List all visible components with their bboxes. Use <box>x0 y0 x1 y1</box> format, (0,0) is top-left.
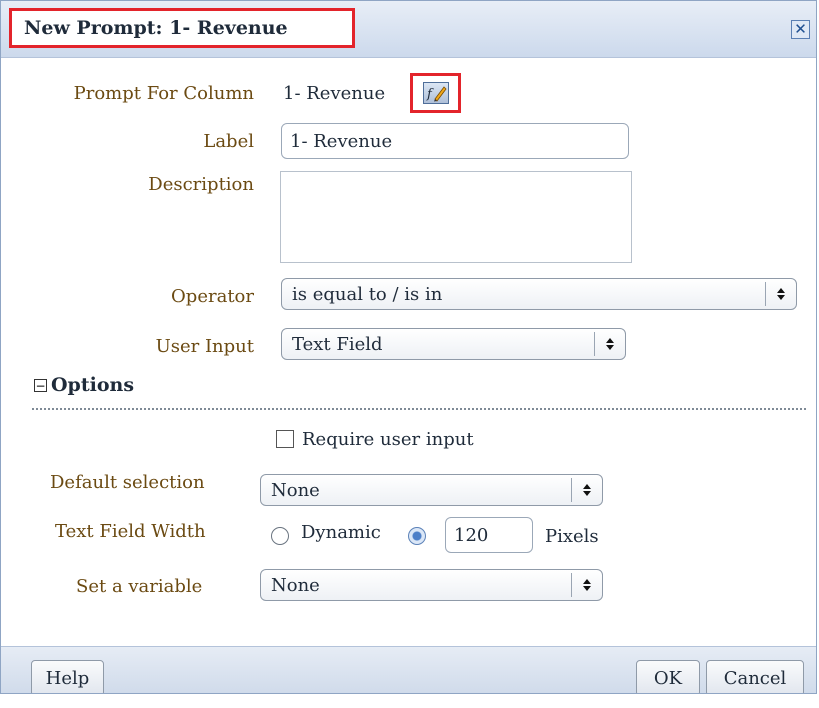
edit-formula-button[interactable]: f <box>410 73 461 113</box>
select-arrows-icon <box>765 282 796 306</box>
ok-button[interactable]: OK <box>636 660 700 693</box>
user-input-select[interactable]: Text Field <box>281 328 626 360</box>
label-input[interactable]: 1- Revenue <box>281 123 629 159</box>
options-section-title: Options <box>51 374 135 396</box>
set-variable-select[interactable]: None <box>260 569 603 601</box>
help-button[interactable]: Help <box>31 660 104 693</box>
label-label: Label <box>203 131 254 152</box>
text-field-width-label: Text Field Width <box>55 521 206 542</box>
new-prompt-dialog: New Prompt: 1- Revenue ✕ Prompt For Colu… <box>0 0 817 694</box>
description-label: Description <box>148 174 254 195</box>
pixels-radio[interactable] <box>408 527 426 545</box>
require-user-input-label: Require user input <box>302 429 474 450</box>
prompt-for-column-value: 1- Revenue <box>283 83 386 104</box>
collapse-options-icon[interactable]: − <box>34 379 47 392</box>
default-selection-select[interactable]: None <box>260 474 603 506</box>
svg-text:f: f <box>426 87 434 102</box>
pixels-label: Pixels <box>545 526 599 547</box>
width-pixels-input[interactable]: 120 <box>445 517 533 553</box>
edit-formula-icon: f <box>422 82 449 104</box>
options-divider <box>32 408 806 410</box>
dynamic-radio[interactable] <box>271 527 289 545</box>
select-arrows-icon <box>594 332 625 356</box>
set-variable-value: None <box>271 574 320 596</box>
select-arrows-icon <box>571 478 602 502</box>
prompt-for-column-label: Prompt For Column <box>73 83 254 104</box>
description-textarea[interactable] <box>280 171 632 263</box>
set-variable-label: Set a variable <box>76 576 203 597</box>
user-input-label: User Input <box>155 336 254 357</box>
dynamic-label: Dynamic <box>301 522 381 543</box>
operator-value: is equal to / is in <box>292 283 443 305</box>
dialog-title: New Prompt: 1- Revenue <box>9 8 355 48</box>
user-input-value: Text Field <box>292 333 383 355</box>
dialog-footer: Help OK Cancel <box>1 646 816 693</box>
select-arrows-icon <box>571 573 602 597</box>
require-user-input-checkbox[interactable] <box>276 430 294 448</box>
cancel-button[interactable]: Cancel <box>706 660 804 693</box>
default-selection-label: Default selection <box>50 472 205 493</box>
default-selection-value: None <box>271 479 320 501</box>
operator-select[interactable]: is equal to / is in <box>281 278 797 310</box>
close-icon[interactable]: ✕ <box>791 20 810 39</box>
operator-label: Operator <box>171 286 254 307</box>
dialog-title-bar[interactable]: New Prompt: 1- Revenue ✕ <box>1 1 816 58</box>
